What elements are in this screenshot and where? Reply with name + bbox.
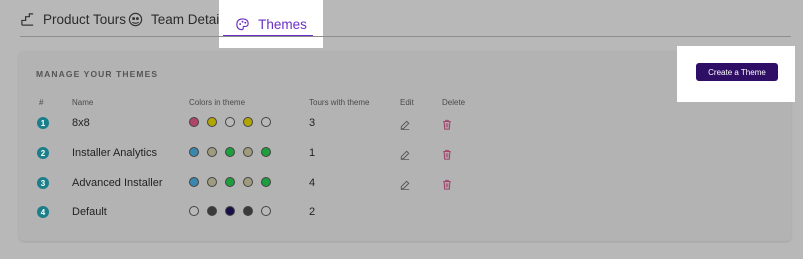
delete-icon[interactable] <box>442 177 452 190</box>
tab-label: Product Tours <box>43 11 127 27</box>
column-header-index: # <box>39 98 44 107</box>
delete-icon[interactable] <box>442 117 452 130</box>
row-number-badge: 4 <box>37 206 49 218</box>
theme-color-swatches <box>189 147 279 157</box>
color-swatch <box>207 117 217 127</box>
tours-count: 2 <box>309 206 316 218</box>
color-swatch <box>189 117 199 127</box>
color-swatch <box>243 177 253 187</box>
color-swatch <box>243 117 253 127</box>
row-number-badge: 2 <box>37 147 49 159</box>
theme-row: 2 Installer Analytics 1 <box>19 144 791 164</box>
color-swatch <box>189 206 199 216</box>
color-swatch <box>261 177 271 187</box>
create-theme-button[interactable]: Create a Theme <box>696 63 778 81</box>
color-swatch <box>225 147 235 157</box>
tab-divider <box>20 36 791 37</box>
tab-product-tours[interactable]: Product Tours <box>20 0 126 38</box>
theme-row: 1 8x8 3 <box>19 114 791 134</box>
palette-icon <box>236 17 249 30</box>
tours-count: 1 <box>309 147 316 159</box>
team-icon <box>128 12 143 26</box>
color-swatch <box>189 147 199 157</box>
tab-themes[interactable]: Themes <box>219 0 323 48</box>
color-swatch <box>243 206 253 216</box>
section-title: MANAGE YOUR THEMES <box>36 69 159 79</box>
tours-count: 3 <box>309 117 316 129</box>
edit-icon[interactable] <box>400 117 410 130</box>
column-header-edit: Edit <box>400 98 414 107</box>
tab-label: Themes <box>258 16 307 32</box>
edit-icon[interactable] <box>400 177 410 190</box>
color-swatch <box>207 206 217 216</box>
edit-icon[interactable] <box>400 147 410 160</box>
color-swatch <box>243 147 253 157</box>
tours-count: 4 <box>309 177 316 189</box>
color-swatch <box>207 147 217 157</box>
theme-name: 8x8 <box>72 117 90 129</box>
column-header-delete: Delete <box>442 98 466 107</box>
color-swatch <box>225 206 235 216</box>
theme-color-swatches <box>189 206 279 216</box>
tab-team-details[interactable]: Team Details <box>128 0 229 38</box>
color-swatch <box>261 147 271 157</box>
tab-bar: Product Tours Team Details Themes <box>0 0 803 48</box>
theme-name: Advanced Installer <box>72 177 163 189</box>
column-header-tours: Tours with theme <box>309 98 370 107</box>
delete-icon[interactable] <box>442 147 452 160</box>
color-swatch <box>225 177 235 187</box>
column-header-colors: Colors in theme <box>189 98 246 107</box>
theme-name: Default <box>72 206 107 218</box>
color-swatch <box>261 117 271 127</box>
color-swatch <box>207 177 217 187</box>
color-swatch <box>189 177 199 187</box>
column-header-name: Name <box>72 98 94 107</box>
create-theme-area: Create a Theme <box>677 46 795 102</box>
color-swatch <box>261 206 271 216</box>
theme-name: Installer Analytics <box>72 147 157 159</box>
tour-icon <box>21 12 34 26</box>
themes-card: MANAGE YOUR THEMES # Name Colors in them… <box>19 51 791 241</box>
tab-label: Team Details <box>151 11 230 27</box>
theme-color-swatches <box>189 177 279 187</box>
row-number-badge: 3 <box>37 177 49 189</box>
theme-row: 3 Advanced Installer 4 <box>19 174 791 194</box>
row-number-badge: 1 <box>37 117 49 129</box>
theme-color-swatches <box>189 117 279 127</box>
color-swatch <box>225 117 235 127</box>
theme-row: 4 Default 2 <box>19 203 791 223</box>
